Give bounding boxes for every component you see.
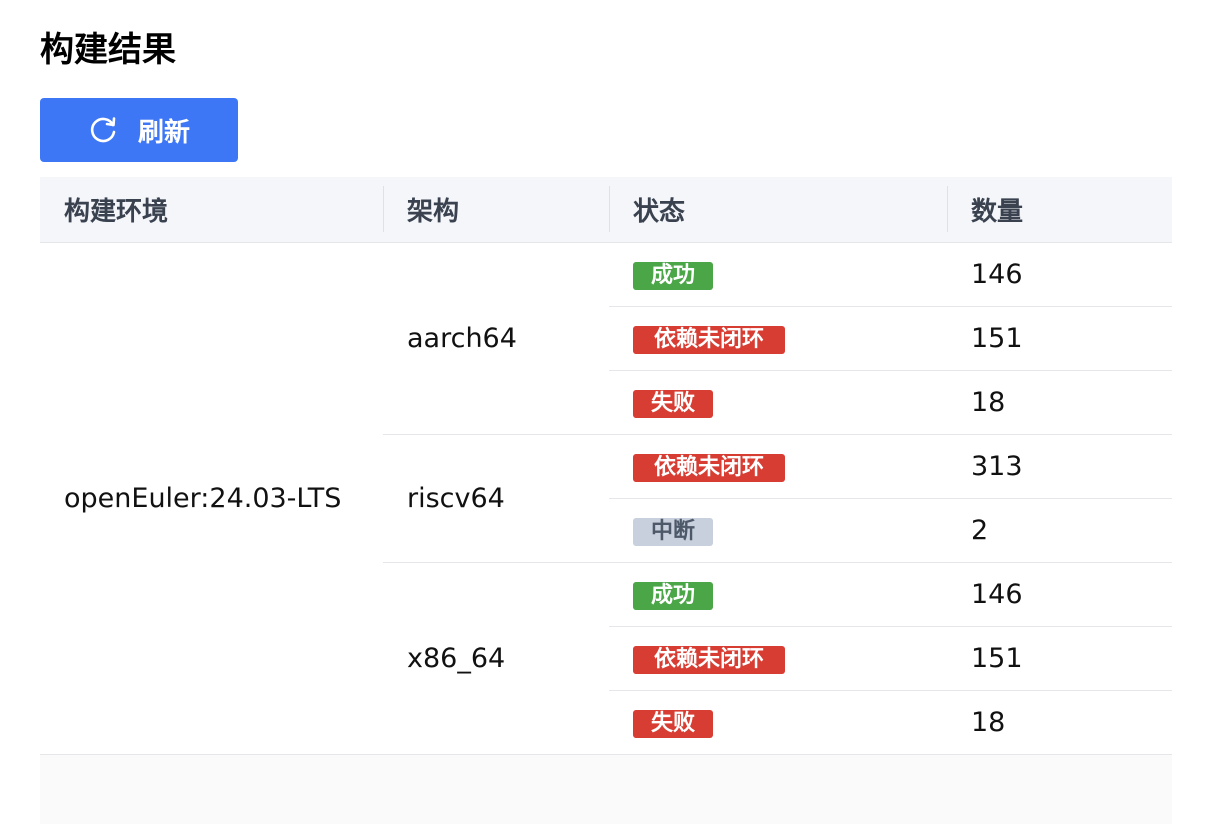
- count-cell: 313: [947, 434, 1172, 499]
- count-cell: 2: [947, 498, 1172, 563]
- status-badge: 失败: [633, 710, 713, 738]
- header-status: 状态: [609, 177, 947, 243]
- status-badge: 依赖未闭环: [633, 326, 785, 354]
- status-cell: 依赖未闭环: [609, 434, 947, 499]
- arch-cell: x86_64: [383, 562, 609, 755]
- header-arch: 架构: [383, 177, 609, 243]
- env-cell: openEuler:24.03-LTS: [40, 242, 383, 755]
- count-cell: 146: [947, 242, 1172, 307]
- header-count: 数量: [947, 177, 1172, 243]
- status-badge: 中断: [633, 518, 713, 546]
- arch-cell: riscv64: [383, 434, 609, 563]
- refresh-button[interactable]: 刷新: [40, 98, 238, 162]
- status-cell: 依赖未闭环: [609, 626, 947, 691]
- status-cell: 依赖未闭环: [609, 306, 947, 371]
- count-cell: 151: [947, 306, 1172, 371]
- refresh-icon: [88, 115, 118, 145]
- status-cell: 中断: [609, 498, 947, 563]
- header-environment: 构建环境: [40, 177, 383, 243]
- build-results-page: 构建结果 刷新 构建环境 架构 状态 数量 openEuler:24.03-LT…: [0, 0, 1206, 824]
- results-table: 构建环境 架构 状态 数量 openEuler:24.03-LTS aarch6…: [40, 177, 1172, 755]
- count-cell: 18: [947, 690, 1172, 755]
- results-table-container: 构建环境 架构 状态 数量 openEuler:24.03-LTS aarch6…: [40, 177, 1172, 824]
- count-cell: 146: [947, 562, 1172, 627]
- status-badge: 依赖未闭环: [633, 646, 785, 674]
- status-badge: 成功: [633, 262, 713, 290]
- status-badge: 失败: [633, 390, 713, 418]
- count-cell: 18: [947, 370, 1172, 435]
- status-badge: 成功: [633, 582, 713, 610]
- table-header-row: 构建环境 架构 状态 数量: [40, 177, 1172, 243]
- status-badge: 依赖未闭环: [633, 454, 785, 482]
- refresh-button-label: 刷新: [137, 117, 190, 148]
- status-cell: 失败: [609, 690, 947, 755]
- table-row: openEuler:24.03-LTS aarch64 成功 146: [40, 242, 1172, 755]
- arch-cell: aarch64: [383, 242, 609, 435]
- status-cell: 失败: [609, 370, 947, 435]
- count-cell: 151: [947, 626, 1172, 691]
- page-title: 构建结果: [40, 30, 176, 70]
- status-cell: 成功: [609, 242, 947, 307]
- status-cell: 成功: [609, 562, 947, 627]
